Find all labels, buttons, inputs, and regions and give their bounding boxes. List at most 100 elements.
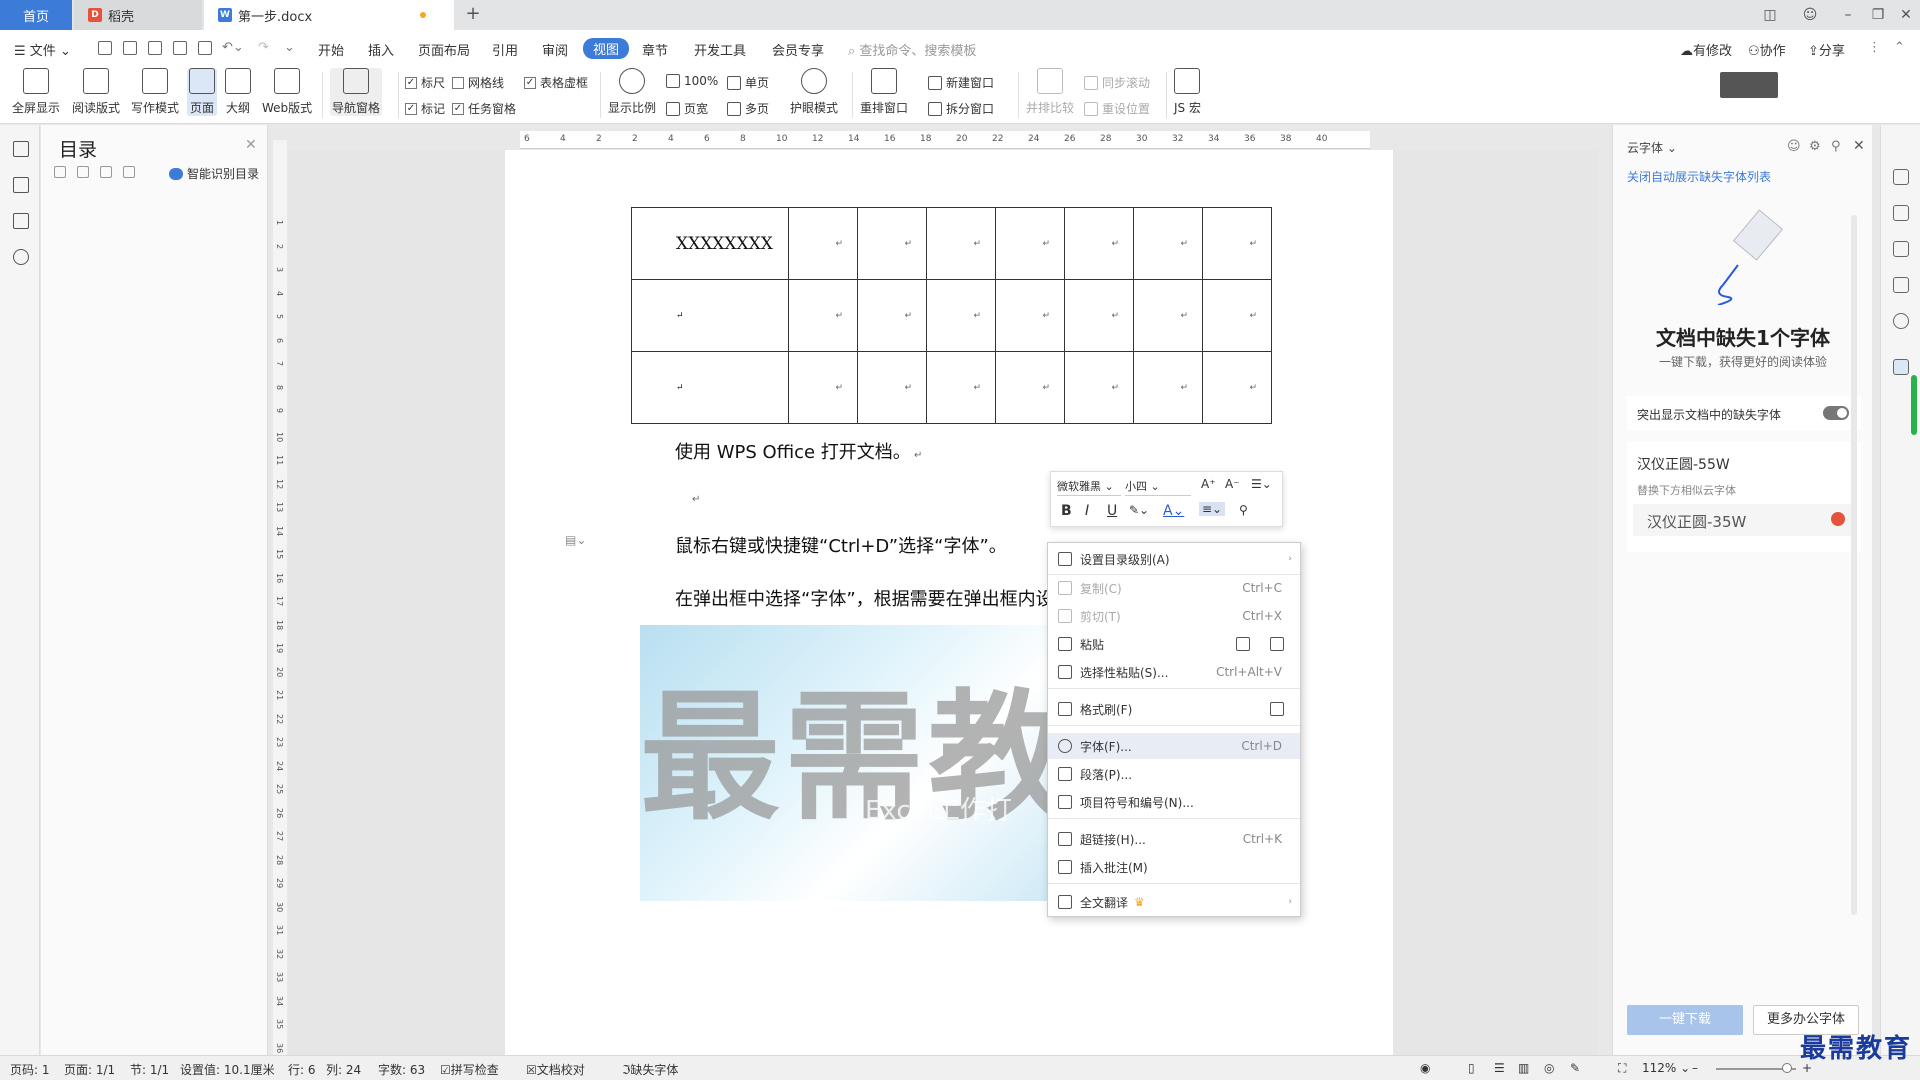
outline-view-icon[interactable]: ☰: [1494, 1061, 1505, 1075]
table-cell[interactable]: ↵: [788, 279, 858, 352]
bold-icon[interactable]: B: [1061, 503, 1072, 519]
ruler-checkbox[interactable]: ✓ 标尺: [405, 74, 445, 91]
collaborate-button[interactable]: ⚇协作: [1748, 40, 1786, 59]
undo-icon[interactable]: ↶⌄: [222, 40, 244, 55]
multi-page-button[interactable]: 多页: [727, 100, 769, 117]
eye-mode-icon[interactable]: ◉: [1420, 1061, 1430, 1075]
new-window-button[interactable]: 新建窗口: [928, 74, 994, 91]
menu-item-font[interactable]: 字体(F)... Ctrl+D: [1048, 733, 1300, 759]
menu-item-insert-comment[interactable]: 插入批注(M): [1048, 854, 1300, 880]
menu-review[interactable]: 审阅: [542, 40, 568, 59]
more-options-icon[interactable]: ⋮: [1868, 40, 1881, 55]
align-icon[interactable]: ≡⌄: [1199, 502, 1226, 516]
vertical-ruler[interactable]: 1 2 3 4 5 6 7 8 9 10 11 12 13 14 15 16 17 18 19 20 21 22 23 24 2…: [273, 140, 287, 1055]
table-cell[interactable]: ↵: [631, 279, 789, 352]
one-click-download-button[interactable]: 一键下载: [1627, 1005, 1743, 1035]
menu-member[interactable]: 会员专享: [772, 40, 824, 59]
menu-dev-tools[interactable]: 开发工具: [694, 40, 746, 59]
page-view-icon[interactable]: ▯: [1468, 1061, 1475, 1075]
menu-page-layout[interactable]: 页面布局: [418, 40, 470, 59]
zoom-level[interactable]: 112% ⌄: [1642, 1061, 1690, 1075]
table-cell[interactable]: ↵: [857, 351, 927, 424]
menu-item-paste[interactable]: 粘贴: [1048, 631, 1300, 657]
italic-icon[interactable]: I: [1085, 503, 1089, 519]
spell-check-button[interactable]: ☑拼写检查: [440, 1061, 499, 1078]
zoom-ratio-button[interactable]: 显示比例: [608, 68, 656, 116]
pin-icon[interactable]: ⚲: [1831, 139, 1841, 154]
table-cell[interactable]: ↵: [1202, 207, 1272, 280]
edit-icon[interactable]: [1893, 205, 1909, 221]
sync-scroll-button[interactable]: 同步滚动: [1084, 74, 1150, 91]
menu-item-format-painter[interactable]: 格式刷(F): [1048, 696, 1300, 722]
shrink-font-icon[interactable]: A⁻: [1225, 477, 1240, 491]
highlight-missing-toggle[interactable]: [1823, 406, 1849, 420]
document-table[interactable]: XXXXXXXX ↵ ↵ ↵ ↵ ↵ ↵ ↵ ↵ ↵ ↵ ↵ ↵ ↵ ↵ ↵ ↵ ↵ ↵ ↵ ↵ ↵ ↵ ↵: [631, 207, 1272, 424]
table-cell[interactable]: ↵: [1064, 279, 1134, 352]
close-window-button[interactable]: ✕: [1896, 5, 1916, 25]
table-cell[interactable]: ↵: [995, 207, 1065, 280]
table-cell[interactable]: ↵: [788, 351, 858, 424]
quick-access-more-icon[interactable]: ⌄: [284, 40, 295, 55]
menu-item-toc-level[interactable]: 设置目录级别(A) ›: [1048, 546, 1300, 572]
zoom-out-icon[interactable]: –: [1692, 1061, 1698, 1075]
gear-icon[interactable]: ⚙: [1809, 139, 1821, 154]
collapse-toc-icon[interactable]: [54, 166, 66, 178]
search-icon[interactable]: [13, 249, 29, 265]
remove-level-icon[interactable]: [123, 166, 135, 178]
table-cell[interactable]: ↵: [1202, 279, 1272, 352]
font-color-icon[interactable]: A⌄: [1163, 503, 1184, 519]
expand-toc-icon[interactable]: [77, 166, 89, 178]
close-icon[interactable]: ✕: [245, 137, 257, 153]
paragraph-handle-icon[interactable]: ▤⌄: [565, 533, 586, 547]
table-cell[interactable]: ↵: [926, 207, 996, 280]
tab-document[interactable]: W 第一步.docx: [204, 0, 454, 30]
table-cell[interactable]: ↵: [788, 207, 858, 280]
menu-item-copy[interactable]: 复制(C) Ctrl+C: [1048, 575, 1300, 601]
underline-icon[interactable]: U: [1107, 503, 1117, 519]
zoom-100-button[interactable]: 100%: [666, 74, 718, 88]
panel-title[interactable]: 云字体 ⌄: [1627, 139, 1677, 156]
format-painter-icon[interactable]: ⚲: [1239, 503, 1248, 517]
table-cell[interactable]: ↵: [1133, 351, 1203, 424]
table-gridlines-checkbox[interactable]: ✓ 表格虚框: [524, 74, 588, 91]
print-icon[interactable]: [173, 41, 187, 55]
paragraph[interactable]: 使用 WPS Office 打开文档。 ↵: [675, 438, 922, 464]
device-badge-icon[interactable]: [1720, 72, 1778, 98]
collapse-ribbon-icon[interactable]: ⌃: [1894, 40, 1905, 55]
table-cell[interactable]: ↵: [995, 279, 1065, 352]
arrange-windows-button[interactable]: 重排窗口: [860, 68, 908, 116]
scroll-indicator[interactable]: [1911, 375, 1917, 435]
paragraph[interactable]: 在弹出框中选择“字体”，根据需要在弹出框内设: [675, 585, 1050, 611]
file-menu[interactable]: ☰ 文件 ⌄: [14, 40, 71, 59]
menu-item-paragraph[interactable]: 段落(P)...: [1048, 761, 1300, 787]
format-painter-icon[interactable]: [1270, 702, 1284, 716]
menu-item-hyperlink[interactable]: 超链接(H)... Ctrl+K: [1048, 826, 1300, 852]
highlight-icon[interactable]: ✎⌄: [1129, 503, 1149, 517]
smart-toc-button[interactable]: 智能识别目录: [169, 165, 259, 182]
restore-button[interactable]: ❐: [1868, 5, 1888, 25]
table-cell[interactable]: ↵: [631, 351, 789, 424]
similar-font-option[interactable]: 汉仪正圆-35W: [1633, 504, 1855, 536]
table-cell[interactable]: ↵: [1064, 351, 1134, 424]
word-count[interactable]: 字数: 63: [378, 1061, 425, 1078]
window-layout-icon[interactable]: ◫: [1760, 5, 1780, 25]
table-cell[interactable]: ↵: [857, 279, 927, 352]
adjust-icon[interactable]: [1893, 277, 1909, 293]
menu-item-translate[interactable]: 全文翻译 ♛ ›: [1048, 889, 1300, 915]
file-panel-icon[interactable]: [13, 177, 29, 193]
select-icon[interactable]: [1893, 241, 1909, 257]
page-width-button[interactable]: 页宽: [666, 100, 708, 117]
menu-item-bullets[interactable]: 项目符号和编号(N)...: [1048, 789, 1300, 815]
table-cell[interactable]: ↵: [857, 207, 927, 280]
redo-icon[interactable]: ↷: [258, 40, 269, 55]
cloud-font-icon[interactable]: [1893, 359, 1909, 375]
paragraph[interactable]: 鼠标右键或快捷键“Ctrl+D”选择“字体”。: [675, 532, 1007, 558]
panel-scrollbar[interactable]: [1851, 215, 1857, 915]
reset-position-button[interactable]: 重设位置: [1084, 100, 1150, 117]
side-by-side-button[interactable]: 并排比较: [1026, 68, 1074, 116]
gridlines-checkbox[interactable]: 网格线: [452, 74, 504, 91]
line-spacing-icon[interactable]: ☰⌄: [1251, 477, 1272, 491]
js-macro-button[interactable]: JS 宏: [1174, 68, 1201, 116]
eye-protection-button[interactable]: 护眼模式: [790, 68, 838, 116]
feedback-icon[interactable]: ☺: [1787, 139, 1801, 154]
